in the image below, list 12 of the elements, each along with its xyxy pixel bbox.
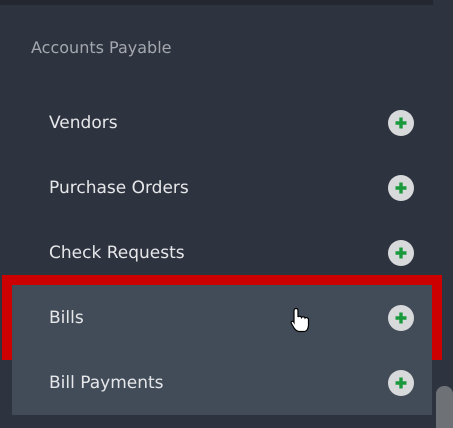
add-icon[interactable]	[388, 174, 414, 200]
add-icon[interactable]	[388, 370, 414, 396]
menu-item[interactable]: Vendors	[12, 90, 432, 155]
scrollbar[interactable]	[436, 386, 453, 428]
menu-item[interactable]: Bills	[12, 285, 432, 350]
section-title: Accounts Payable	[31, 38, 172, 57]
add-icon[interactable]	[388, 240, 414, 266]
menu-item[interactable]: Check Requests	[12, 220, 432, 285]
menu-item[interactable]: Bill Payments	[12, 350, 432, 415]
menu-item[interactable]: Purchase Orders	[12, 155, 432, 220]
add-icon[interactable]	[388, 110, 414, 136]
add-icon[interactable]	[388, 304, 414, 330]
